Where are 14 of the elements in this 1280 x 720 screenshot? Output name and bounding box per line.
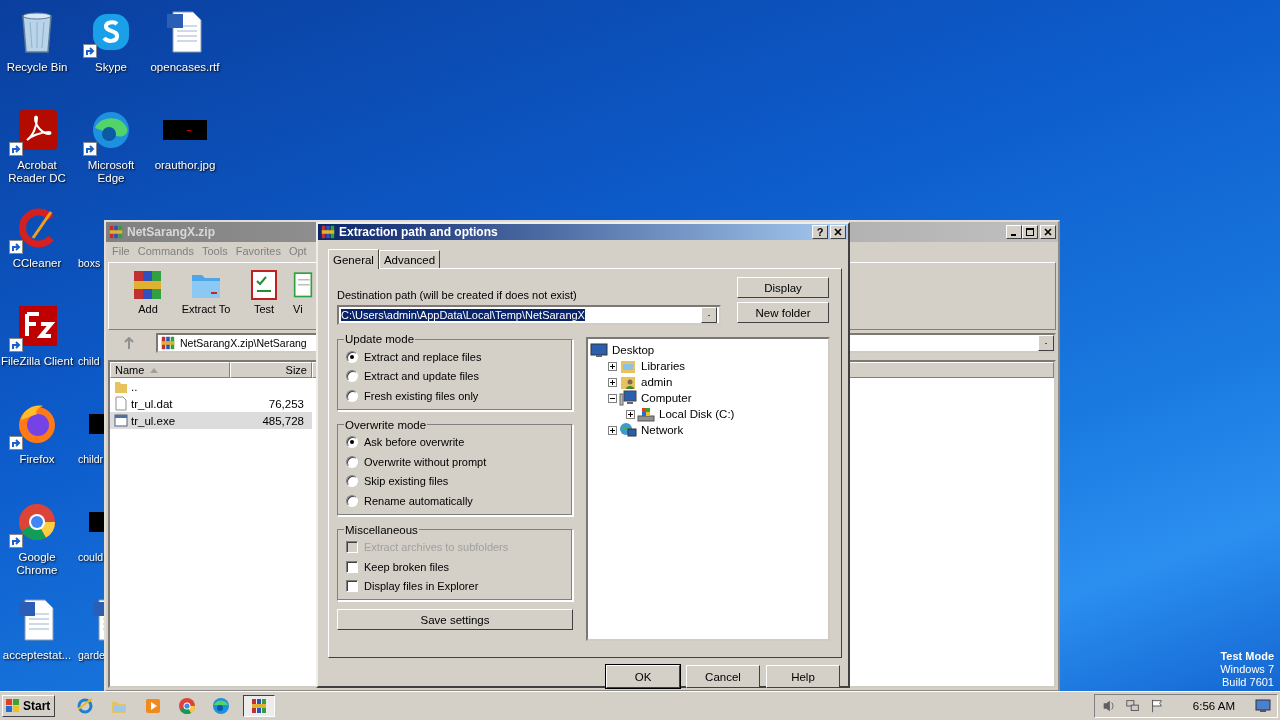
group-title: Overwrite mode xyxy=(344,418,428,431)
file-size: 76,253 xyxy=(268,397,304,410)
file-name: tr_ul.exe xyxy=(131,414,176,427)
system-notice-text: Windows 7 xyxy=(1220,663,1274,676)
window-title: Extraction path and options xyxy=(339,225,498,239)
group-title: Update mode xyxy=(344,333,416,345)
field-label: Destination path (will be created if does not exist) xyxy=(337,289,578,301)
group-title: Miscellaneous xyxy=(344,523,419,536)
file-size: 485,728 xyxy=(262,414,304,427)
window-title: NetSarangX.zip xyxy=(127,225,216,239)
file-name: .. xyxy=(131,380,138,393)
system-notice-text: Test Mode xyxy=(1220,650,1274,663)
system-notice-text: Build 7601 xyxy=(1221,676,1274,689)
file-name: tr_ul.dat xyxy=(131,397,173,410)
